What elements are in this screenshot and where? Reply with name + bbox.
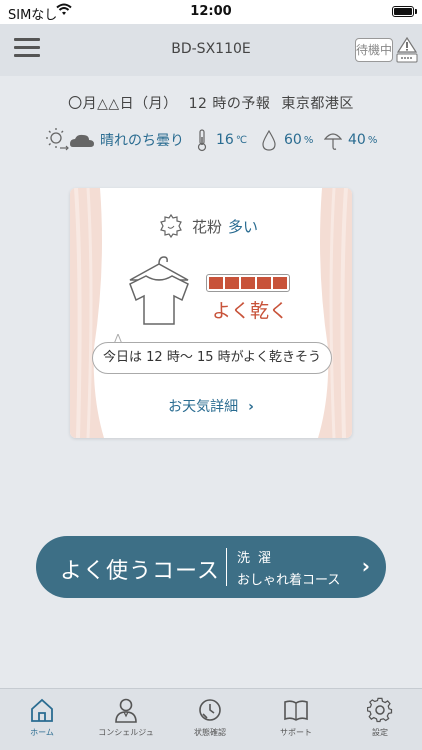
weather-row: 晴れのち曇り 16 ℃ 60 % 40 % [46,126,386,154]
shirt-on-hanger-icon [129,256,189,325]
battery-icon [392,6,414,17]
weather-detail-label: お天気詳細 [168,399,239,415]
tab-concierge[interactable]: コンシェルジュ [84,697,168,747]
drying-meter-segment [257,277,271,289]
drying-meter-segment [241,277,255,289]
weather-text: 晴れのち曇り [100,133,184,149]
chevron-right-icon: › [361,554,370,578]
laundry-forecast-card: 花粉 多い よく乾く 今日は 12 時〜 15 時がよく乾きそう お天気詳細 › [70,188,352,438]
drying-time-bubble: 今日は 12 時〜 15 時がよく乾きそう [92,342,332,374]
drying-level-meter [206,274,290,292]
drying-meter-segment [273,277,287,289]
pollen-value: 多い [228,217,259,236]
course-name: おしゃれ着コース [237,573,341,588]
header: BD-SX110E 待機中 [0,24,422,76]
status-icon [199,699,221,721]
forecast-date: 〇月△△日（月） [68,96,178,112]
warning-icon[interactable] [396,36,418,64]
tab-label: ホーム [30,728,54,737]
weather-detail-link[interactable]: お天気詳細 › [70,396,352,416]
temperature-unit: ℃ [235,134,248,146]
temperature-value: 16 [216,132,234,148]
tab-support[interactable]: サポート [254,697,338,747]
sunny-then-cloudy-icon [46,128,94,151]
favorite-course-label: よく使うコース [60,559,220,584]
temperature: 16 ℃ [196,126,247,154]
tab-home[interactable]: ホーム [0,697,84,747]
gear-icon [367,697,393,723]
tab-label: サポート [280,728,312,737]
rain-chance-unit: % [367,134,378,146]
course-mode: 洗濯 [237,551,280,566]
favorite-course-button[interactable]: よく使うコース 洗濯 おしゃれ着コース › [36,536,386,598]
rain-chance-value: 40 [348,132,366,148]
forecast-location: 東京都港区 [281,96,354,112]
tab-status[interactable]: 状態確認 [168,697,252,747]
forecast-hour: 12 時の予報 [188,96,271,112]
humidity: 60 % [262,126,313,154]
weather-condition: 晴れのち曇り [46,126,184,154]
pollen-icon [160,213,182,239]
humidity-unit: % [303,134,314,146]
drying-label: よく乾く [211,300,288,322]
pollen-label: 花粉 [192,217,223,236]
drying-meter-segment [209,277,223,289]
home-icon [31,698,53,722]
clock: 12:00 [190,4,232,19]
book-icon [284,700,308,721]
concierge-icon [115,698,137,723]
pollen-info: 花粉 多い [158,212,258,240]
tab-settings[interactable]: 設定 [338,697,422,747]
drying-meter-segment [225,277,239,289]
rain-chance: 40 % [324,126,377,154]
tab-bar: ホーム コンシェルジュ 状態確認 サポート 設定 [0,688,422,750]
divider [226,548,227,586]
forecast-header: 〇月△△日（月） 12 時の予報 東京都港区 [0,93,422,113]
humidity-value: 60 [284,132,302,148]
water-drop-icon [262,129,276,151]
status-bar: SIMなし 12:00 [0,0,422,24]
standby-status-button[interactable]: 待機中 [355,38,393,62]
tab-label: コンシェルジュ [98,728,154,737]
tab-label: 設定 [372,728,388,737]
umbrella-icon [324,133,342,150]
tab-label: 状態確認 [194,728,226,737]
chevron-right-icon: › [248,399,254,415]
thermometer-icon [197,129,207,152]
